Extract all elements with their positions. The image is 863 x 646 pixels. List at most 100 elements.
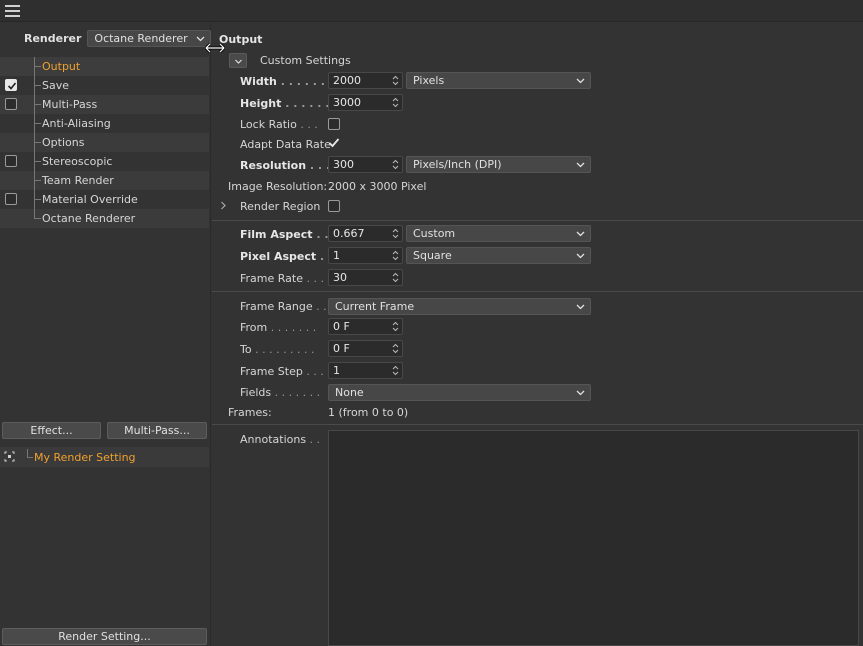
divider	[212, 424, 863, 425]
tree-item-label: Team Render	[42, 174, 114, 187]
pixel-aspect-label: Pixel Aspect . .	[240, 250, 333, 263]
chevron-down-icon	[576, 162, 585, 168]
tree-item-label: Options	[42, 136, 85, 149]
tree-item-anti-aliasing[interactable]: Anti-Aliasing	[0, 114, 209, 133]
renderer-value: Octane Renderer	[94, 31, 188, 45]
frame-range-dropdown[interactable]: Current Frame	[328, 298, 591, 315]
tree-item-options[interactable]: Options	[0, 133, 209, 152]
collapse-button[interactable]	[229, 53, 247, 68]
to-field[interactable]: 0 F	[328, 340, 403, 357]
adapt-data-rate-checkbox[interactable]	[328, 137, 340, 149]
resolution-value: 300	[333, 158, 354, 171]
spinner-icon[interactable]	[392, 250, 399, 261]
width-label: Width . . . . . .	[240, 75, 325, 88]
chevron-down-icon	[235, 59, 242, 64]
tree-item-label: Output	[42, 60, 81, 73]
custom-settings-label: Custom Settings	[260, 54, 351, 67]
spinner-icon[interactable]	[392, 75, 399, 86]
material-override-checkbox[interactable]	[5, 193, 17, 205]
film-aspect-field[interactable]: 0.667	[328, 225, 403, 242]
render-region-checkbox[interactable]	[328, 200, 340, 212]
from-label: From . . . . . . .	[240, 321, 317, 334]
tree-item-save[interactable]: Save	[0, 76, 209, 95]
render-setting-button[interactable]: Render Setting...	[2, 628, 207, 645]
chevron-right-icon[interactable]	[220, 201, 227, 210]
multi-pass-button[interactable]: Multi-Pass...	[107, 422, 207, 439]
tree-item-multi-pass[interactable]: Multi-Pass	[0, 95, 209, 114]
height-field[interactable]: 3000	[328, 94, 403, 111]
chevron-down-icon	[576, 304, 585, 310]
chevron-down-icon	[576, 231, 585, 237]
film-aspect-value: 0.667	[333, 227, 365, 240]
width-unit-dropdown[interactable]: Pixels	[406, 72, 591, 89]
spinner-icon[interactable]	[392, 97, 399, 108]
width-field[interactable]: 2000	[328, 72, 403, 89]
fields-value: None	[335, 386, 364, 399]
section-title: Output	[219, 33, 263, 46]
resolution-unit-value: Pixels/Inch (DPI)	[413, 158, 502, 171]
frame-range-label: Frame Range . .	[240, 300, 327, 313]
frames-label: Frames:	[228, 406, 272, 419]
frame-rate-field[interactable]: 30	[328, 269, 403, 286]
tree-item-material-override[interactable]: Material Override	[0, 190, 209, 209]
lock-ratio-checkbox[interactable]	[328, 118, 340, 130]
to-value: 0 F	[333, 342, 350, 355]
tree-item-octane-renderer[interactable]: Octane Renderer	[0, 209, 209, 228]
from-field[interactable]: 0 F	[328, 318, 403, 335]
renderer-row: Renderer Octane Renderer	[24, 29, 212, 47]
render-setting-item[interactable]: My Render Setting	[0, 447, 209, 467]
render-setting-label: My Render Setting	[34, 451, 136, 464]
film-aspect-label: Film Aspect . .	[240, 228, 329, 241]
tree-item-stereoscopic[interactable]: Stereoscopic	[0, 152, 209, 171]
tree-item-team-render[interactable]: Team Render	[0, 171, 209, 190]
resolution-label: Resolution . . .	[240, 159, 331, 172]
tree-item-label: Stereoscopic	[42, 155, 113, 168]
frame-step-label: Frame Step . . .	[240, 365, 324, 378]
adapt-data-rate-label: Adapt Data Rate	[240, 138, 331, 151]
multi-pass-checkbox[interactable]	[5, 98, 17, 110]
pixel-aspect-field[interactable]: 1	[328, 247, 403, 264]
frame-rate-label: Frame Rate . . .	[240, 272, 324, 285]
settings-tree: Output Save Multi-Pass Anti-Aliasing Opt…	[0, 57, 209, 228]
tree-item-label: Anti-Aliasing	[42, 117, 111, 130]
spinner-icon[interactable]	[392, 272, 399, 283]
pixel-aspect-dropdown[interactable]: Square	[406, 247, 591, 264]
divider	[212, 220, 863, 221]
stereoscopic-checkbox[interactable]	[5, 155, 17, 167]
chevron-down-icon	[576, 253, 585, 259]
effect-button[interactable]: Effect...	[2, 422, 101, 439]
to-label: To . . . . . . . . .	[240, 343, 315, 356]
menu-icon[interactable]	[5, 5, 20, 17]
height-value: 3000	[333, 96, 361, 109]
frame-range-value: Current Frame	[335, 300, 415, 313]
frame-step-value: 1	[333, 364, 340, 377]
frame-step-field[interactable]: 1	[328, 362, 403, 379]
render-setting-icon	[4, 451, 15, 462]
film-aspect-dropdown[interactable]: Custom	[406, 225, 591, 242]
lock-ratio-label: Lock Ratio . . .	[240, 118, 318, 131]
from-value: 0 F	[333, 320, 350, 333]
resolution-field[interactable]: 300	[328, 156, 403, 173]
annotations-textarea[interactable]	[328, 430, 859, 646]
annotations-label: Annotations . .	[240, 433, 321, 446]
width-unit-value: Pixels	[413, 74, 445, 87]
divider	[212, 291, 863, 292]
spinner-icon[interactable]	[392, 365, 399, 376]
chevron-down-icon	[576, 78, 585, 84]
tree-item-output[interactable]: Output	[0, 57, 209, 76]
render-region-label: Render Region	[240, 200, 321, 213]
spinner-icon[interactable]	[392, 159, 399, 170]
frames-value: 1 (from 0 to 0)	[328, 406, 409, 419]
resolution-unit-dropdown[interactable]: Pixels/Inch (DPI)	[406, 156, 591, 173]
tree-item-label: Material Override	[42, 193, 138, 206]
spinner-icon[interactable]	[392, 343, 399, 354]
tree-item-label: Multi-Pass	[42, 98, 98, 111]
fields-label: Fields . . . . . . .	[240, 386, 321, 399]
spinner-icon[interactable]	[392, 228, 399, 239]
fields-dropdown[interactable]: None	[328, 384, 591, 401]
save-checkbox[interactable]	[5, 79, 17, 91]
top-toolbar	[0, 0, 863, 22]
renderer-dropdown[interactable]: Octane Renderer	[87, 29, 212, 47]
spinner-icon[interactable]	[392, 321, 399, 332]
renderer-label: Renderer	[24, 31, 82, 45]
